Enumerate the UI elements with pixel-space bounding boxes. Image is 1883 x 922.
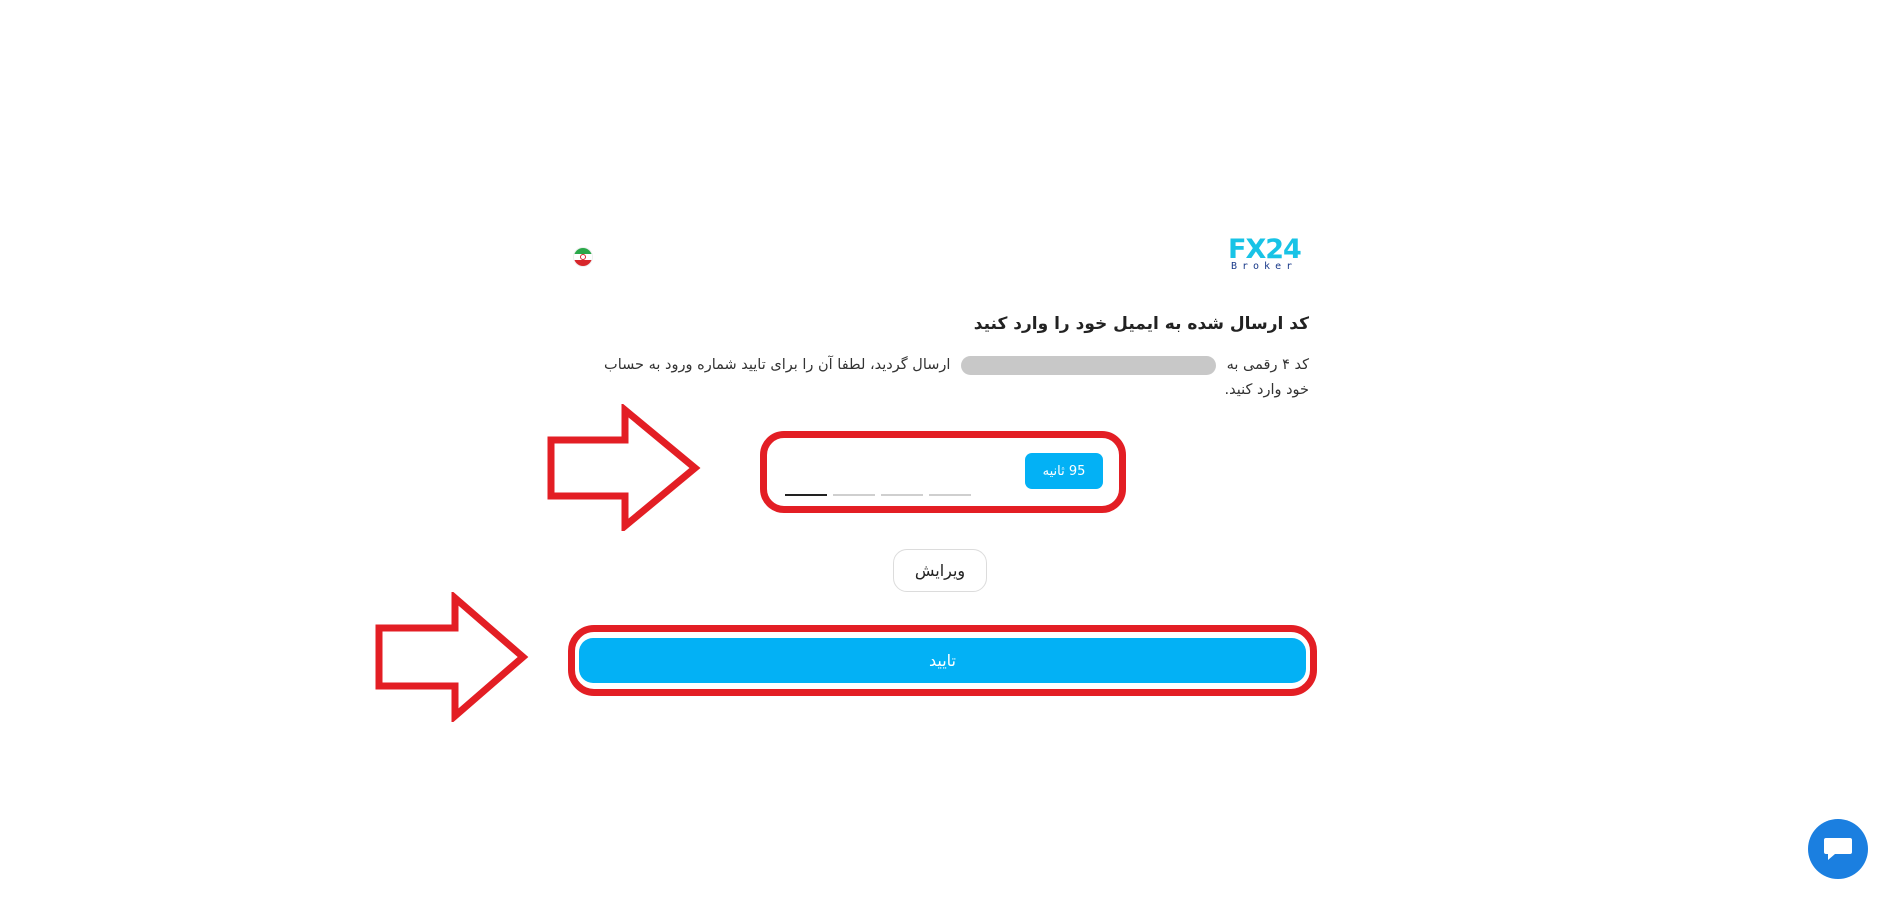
otp-digit-1[interactable]: [785, 494, 827, 496]
otp-digit-4[interactable]: [929, 494, 971, 496]
otp-digit-2[interactable]: [833, 494, 875, 496]
brand-logo[interactable]: FX24 Broker: [1228, 234, 1310, 274]
chat-bubble-icon: [1824, 838, 1852, 860]
annotation-arrow-otp: [547, 404, 701, 531]
confirm-button[interactable]: تایید: [579, 638, 1306, 683]
flag-emblem: [580, 254, 586, 260]
masked-email: [961, 355, 1217, 375]
iran-flag-icon[interactable]: [574, 248, 592, 266]
resend-timer-button[interactable]: 95 ثانیه: [1025, 453, 1103, 489]
annotation-arrow-confirm: [375, 592, 529, 722]
instruction-text-before: کد ۴ رقمی به: [1226, 357, 1309, 373]
page-title: کد ارسال شده به ایمیل خود را وارد کنید: [973, 314, 1309, 334]
edit-email-button[interactable]: ویرایش: [893, 549, 987, 592]
otp-digit-3[interactable]: [881, 494, 923, 496]
logo-sub-text: Broker: [1231, 261, 1298, 272]
instruction-text: کد ۴ رقمی به ارسال گردید، لطفا آن را برا…: [579, 353, 1309, 403]
support-chat-button[interactable]: [1808, 819, 1868, 879]
